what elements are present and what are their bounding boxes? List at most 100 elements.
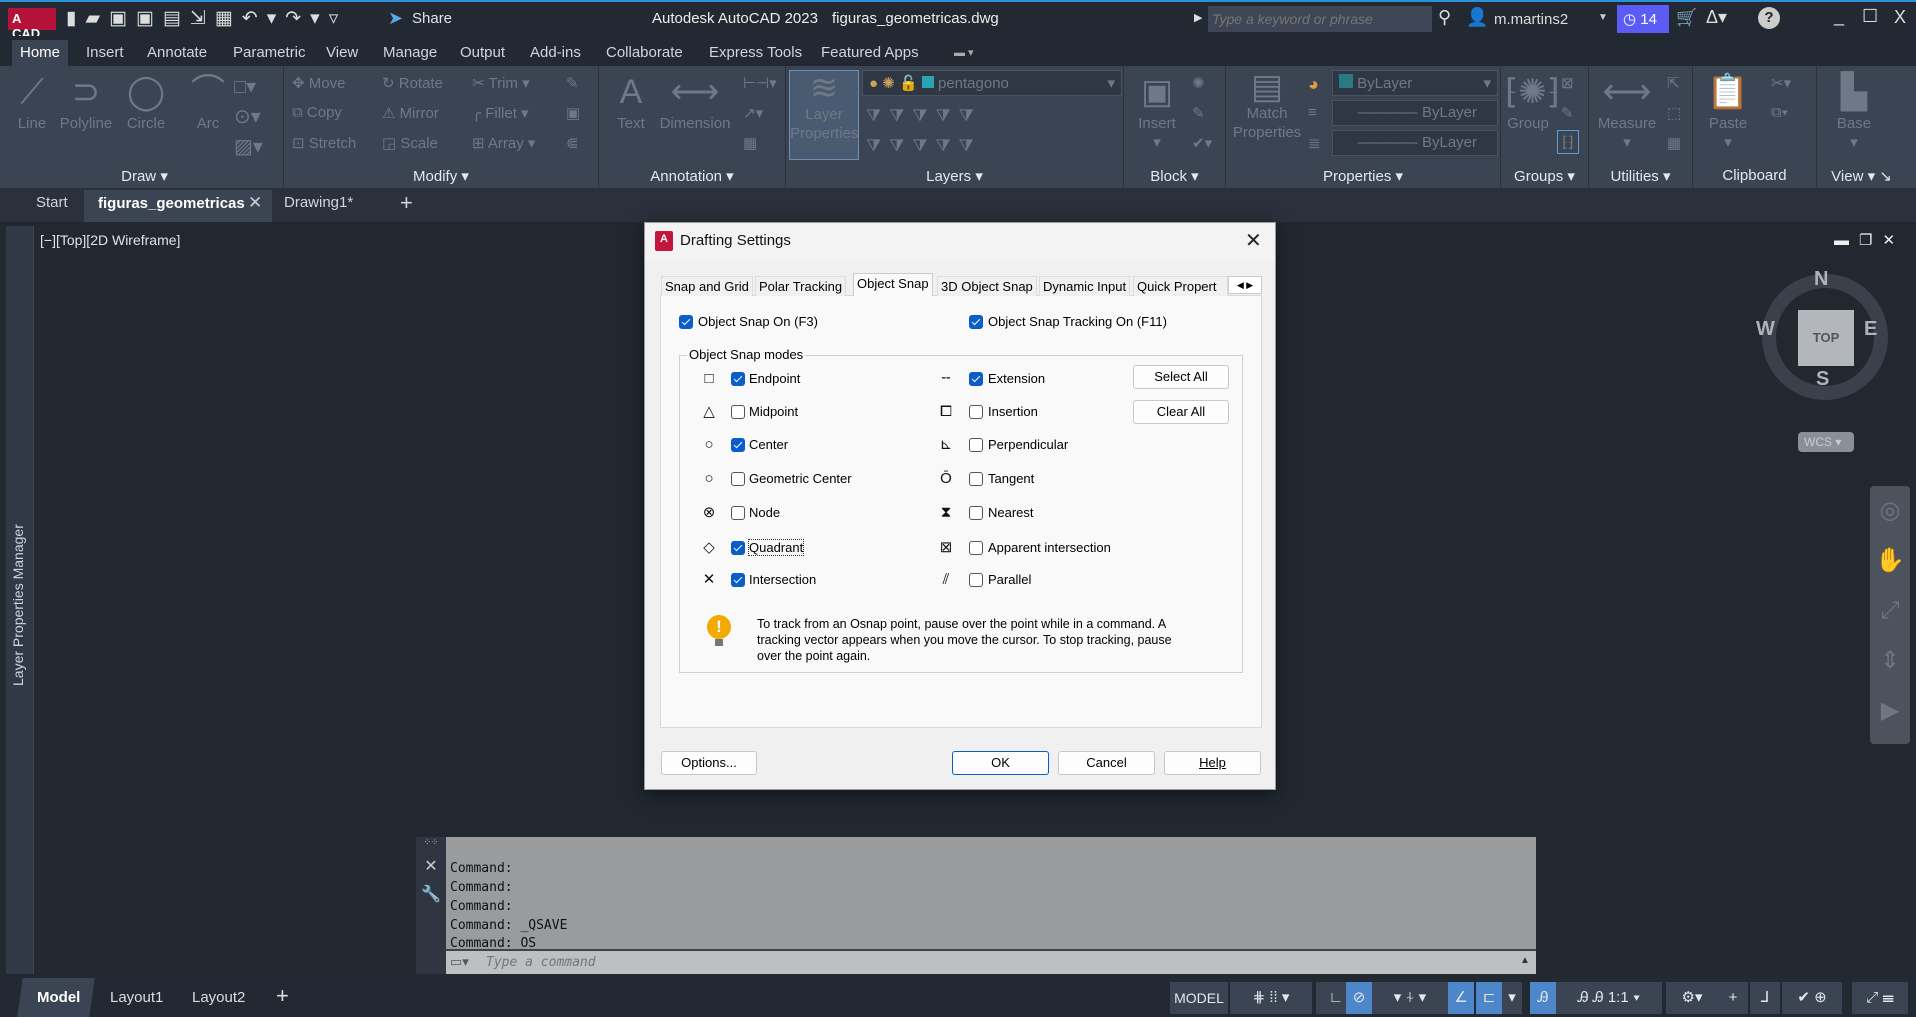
snap-perpendicular-checkbox[interactable]	[969, 438, 983, 452]
tab-insert[interactable]: Insert	[78, 40, 132, 66]
help-icon[interactable]: ?	[1758, 7, 1780, 29]
mirror-button[interactable]: ⚠ Mirror	[382, 104, 439, 122]
ribbon-minimize-icon[interactable]: ▬ ▾	[954, 46, 974, 59]
tab-polar-tracking[interactable]: Polar Tracking	[755, 276, 847, 296]
base-button[interactable]: ▙ Base ▾	[1827, 70, 1881, 152]
dynamic-ucs-icon[interactable]: ∠	[1448, 982, 1474, 1014]
measure-button[interactable]: ⟷ Measure ▾	[1595, 70, 1659, 152]
linear-dim-icon[interactable]: ⊢⊣▾	[743, 74, 777, 92]
dimension-button[interactable]: ⟷ Dimension	[657, 70, 733, 133]
snap-center-checkbox[interactable]	[731, 438, 745, 452]
fullscreen-customize-icons[interactable]: ⤢ ☰	[1852, 982, 1908, 1014]
tab-add-ins[interactable]: Add-ins	[522, 40, 589, 66]
navigation-bar[interactable]: ◎ ✋ ⤢ ⇕ ▶	[1870, 486, 1910, 744]
object-snap-on-label[interactable]: Object Snap On (F3)	[698, 314, 818, 329]
tab-express-tools[interactable]: Express Tools	[701, 40, 810, 66]
object-snap-tracking-checkbox[interactable]	[969, 315, 983, 329]
panel-draw-title[interactable]: Draw ▾	[6, 164, 283, 188]
quick-select-icon[interactable]: ⇱	[1667, 74, 1680, 92]
snap-mode-label[interactable]: Apparent intersection	[988, 540, 1111, 555]
tab-home[interactable]: Home	[12, 40, 69, 66]
snap-extension-checkbox[interactable]	[969, 372, 983, 386]
snap-nearest-checkbox[interactable]	[969, 506, 983, 520]
snap-mode-label[interactable]: Tangent	[988, 471, 1034, 486]
quick-access-toolbar[interactable]: ▮▰▣▣▤⇲▦↶▾↷▾▿	[66, 7, 347, 30]
help-search-input[interactable]	[1208, 6, 1432, 32]
steering-wheel-icon[interactable]: ◎	[1870, 486, 1910, 536]
attribute-icon[interactable]: ✔▾	[1192, 134, 1212, 152]
snap-mode-label[interactable]: Perpendicular	[988, 437, 1068, 452]
tab-parametric[interactable]: Parametric	[225, 40, 314, 66]
snap-mode-label[interactable]: Parallel	[988, 572, 1031, 587]
snap-mode-label[interactable]: Extension	[988, 371, 1045, 386]
snap-insertion-checkbox[interactable]	[969, 405, 983, 419]
layer-properties-palette[interactable]: Layer Properties Manager	[6, 226, 34, 974]
panel-utilities-title[interactable]: Utilities ▾	[1589, 164, 1692, 188]
osnap-dropdown-icon[interactable]: ▾	[1502, 982, 1522, 1014]
offset-icon[interactable]: ⋐	[566, 134, 579, 152]
close-tab-icon[interactable]: ✕	[248, 193, 262, 213]
snap-mode-label[interactable]: Geometric Center	[749, 471, 852, 486]
share-icon[interactable]: ➤	[388, 8, 403, 29]
table-icon[interactable]: ▦	[743, 134, 757, 152]
notifications-button[interactable]: ◷ 14	[1617, 5, 1669, 33]
group-selection-icon[interactable]: ⁅⁆	[1557, 130, 1579, 154]
lineweight-dropdown[interactable]: ———— ByLayer	[1332, 130, 1498, 156]
tab-dynamic-input[interactable]: Dynamic Input	[1039, 276, 1131, 296]
pan-icon[interactable]: ✋	[1870, 536, 1910, 586]
hatch-icon[interactable]: ▨▾	[234, 134, 263, 159]
tab-view[interactable]: View	[318, 40, 366, 66]
snap-node-checkbox[interactable]	[731, 506, 745, 520]
move-button[interactable]: ✥ Move	[292, 74, 345, 92]
layer-dropdown[interactable]: ● ✺ 🔓 pentagono ▾	[862, 70, 1122, 96]
trim-button[interactable]: ✂ Trim ▾	[472, 74, 530, 92]
insert-button[interactable]: ▣ Insert ▾	[1132, 70, 1182, 152]
command-window-grip[interactable]: ⁘⁘ ✕ 🔧	[416, 837, 446, 974]
object-snap-icon[interactable]: ⊏	[1476, 982, 1502, 1014]
group-edit-icon[interactable]: ✎	[1561, 104, 1574, 122]
units-icon[interactable]: ⅃	[1750, 982, 1780, 1014]
panel-annotation-title[interactable]: Annotation ▾	[599, 164, 785, 188]
snap-endpoint-checkbox[interactable]	[731, 372, 745, 386]
user-name[interactable]: m.martins2	[1494, 11, 1568, 28]
color-dropdown[interactable]: ByLayer ▾	[1332, 70, 1498, 96]
match-properties-button[interactable]: ▤ Match Properties	[1230, 70, 1304, 142]
tab-featured-apps[interactable]: Featured Apps	[813, 40, 927, 66]
add-layout-button[interactable]: +	[276, 983, 289, 1009]
search-expand-icon[interactable]: ▶	[1194, 11, 1202, 24]
paste-button[interactable]: 📋 Paste ▾	[1703, 70, 1753, 152]
leader-icon[interactable]: ↗▾	[743, 104, 763, 122]
layer-tools-row-1[interactable]: ⧩⧩⧩⧩⧩	[866, 106, 982, 126]
group-button[interactable]: ⁅✺⁆ Group	[1505, 70, 1560, 133]
fillet-button[interactable]: ╭ Fillet ▾	[472, 104, 529, 122]
user-icon[interactable]: 👤	[1466, 7, 1488, 28]
app-logo[interactable]: A CAD	[8, 8, 56, 41]
tab-quick-properties[interactable]: Quick Propert	[1133, 276, 1228, 296]
maximize-icon[interactable]: ☐	[1862, 6, 1878, 27]
panel-groups-title[interactable]: Groups ▾	[1501, 164, 1588, 188]
layer-tools-row-2[interactable]: ⧩⧩⧩⧩⧩	[866, 136, 982, 156]
ucs-dropdown[interactable]: WCS ▾	[1798, 432, 1854, 452]
file-tab-drawing1[interactable]: Drawing1*	[284, 194, 353, 211]
snap-intersection-checkbox[interactable]	[731, 573, 745, 587]
command-input[interactable]	[486, 953, 1486, 972]
dialog-close-icon[interactable]: ✕	[1245, 228, 1262, 253]
new-tab-button[interactable]: +	[400, 190, 413, 216]
snap-geometric-center-checkbox[interactable]	[731, 472, 745, 486]
cut-icon[interactable]: ✂▾	[1771, 74, 1791, 92]
isolate-objects-icon[interactable]: ✔ ⊕	[1782, 982, 1842, 1014]
viewport-window-controls[interactable]: ▬❐✕	[1834, 231, 1905, 249]
grip-icon[interactable]: ⁘⁘	[416, 837, 446, 848]
orbit-icon[interactable]: ⇕	[1870, 636, 1910, 686]
tab-3d-object-snap[interactable]: 3D Object Snap	[937, 276, 1037, 296]
text-button[interactable]: A Text	[613, 70, 649, 133]
cancel-button[interactable]: Cancel	[1058, 751, 1155, 775]
snap-mode-label[interactable]: Midpoint	[749, 404, 798, 419]
showmotion-icon[interactable]: ▶	[1870, 686, 1910, 736]
snap-mode-label[interactable]: Nearest	[988, 505, 1034, 520]
close-command-icon[interactable]: ✕	[416, 856, 446, 876]
workspace-gear-icon[interactable]: ⚙▾	[1666, 982, 1718, 1014]
layer-properties-button[interactable]: ≋ Layer Properties	[789, 70, 859, 160]
snap-mode-label[interactable]: Quadrant	[747, 539, 805, 556]
cart-icon[interactable]: 🛒	[1676, 8, 1697, 28]
